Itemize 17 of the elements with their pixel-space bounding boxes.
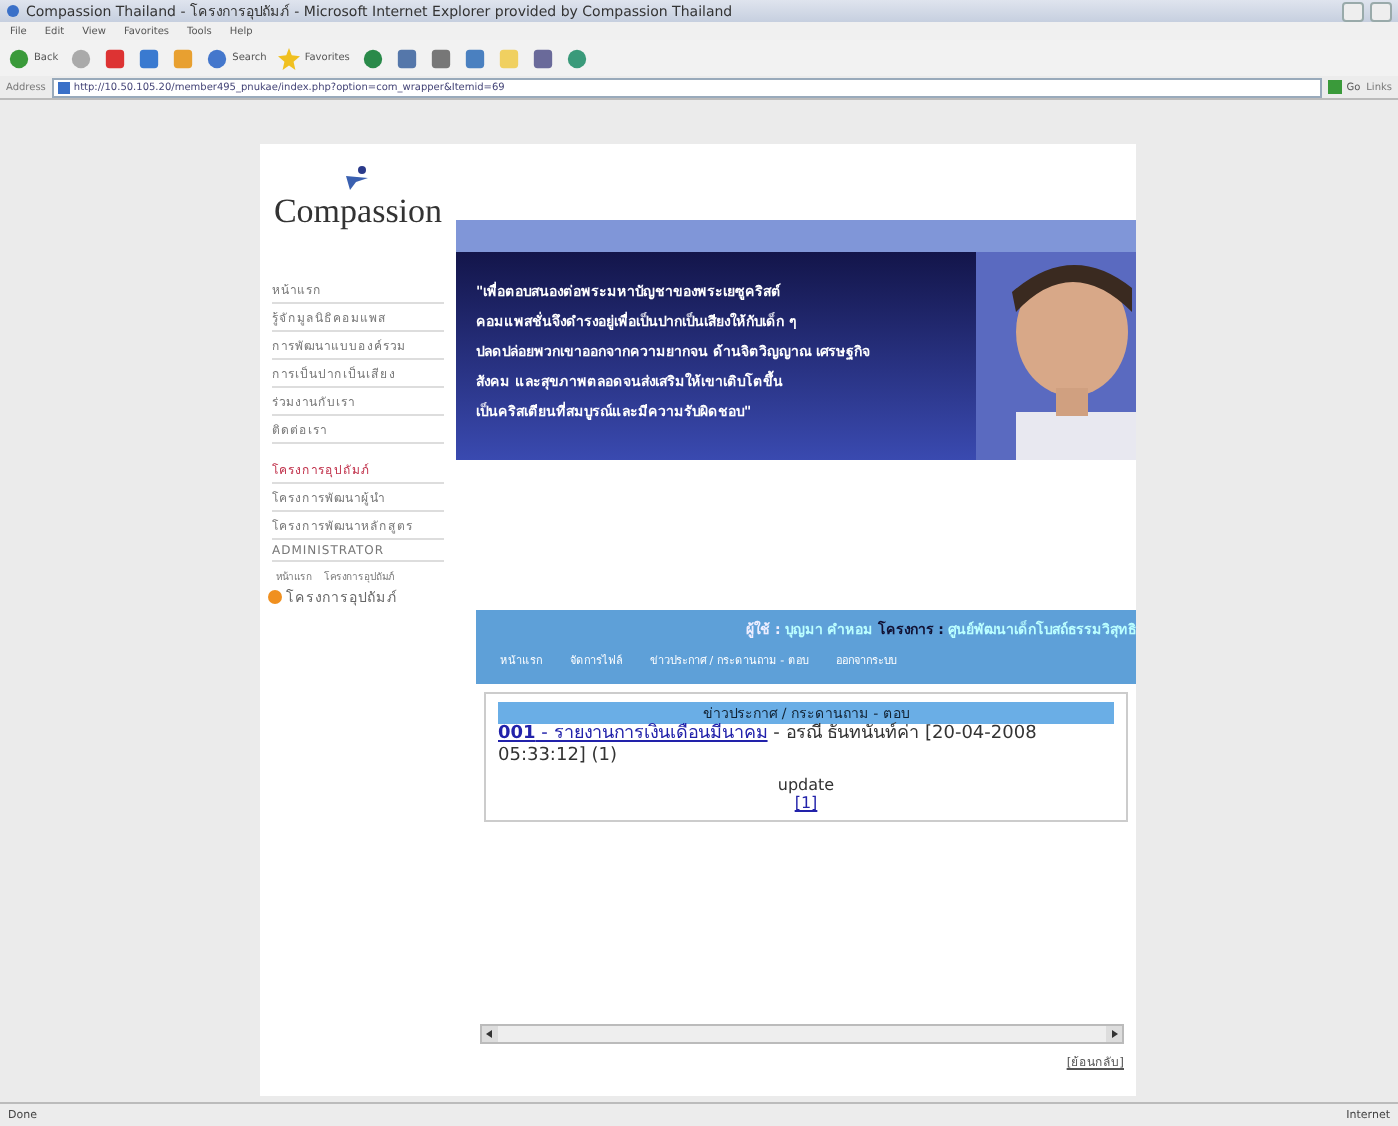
left-arrow-icon[interactable] xyxy=(482,1026,498,1042)
search-icon xyxy=(206,47,229,69)
page-link[interactable]: [1] xyxy=(794,794,818,812)
star-icon xyxy=(278,47,301,69)
figure-icon xyxy=(344,164,372,192)
minimize-button[interactable] xyxy=(1342,1,1364,21)
right-arrow-icon[interactable] xyxy=(1106,1026,1122,1042)
maximize-button[interactable] xyxy=(1370,1,1392,21)
horizontal-scrollbar[interactable] xyxy=(480,1024,1124,1044)
post-title-link[interactable]: - รายงานการเงินเดือนมีนาคม xyxy=(535,724,768,744)
toolbar-button[interactable] xyxy=(70,47,93,69)
post-number-link[interactable]: 001 xyxy=(498,724,536,744)
post-entry: 001 - รายงานการเงินเดือนมีนาคม - อรณี ธันทนันท์ค่า [20-04-2008 05:33:12] (1) xyxy=(498,724,1039,768)
update-label: update xyxy=(777,776,835,794)
browser-icon xyxy=(6,4,20,18)
logo: Compassion xyxy=(273,192,443,232)
bullet-icon xyxy=(268,590,282,604)
